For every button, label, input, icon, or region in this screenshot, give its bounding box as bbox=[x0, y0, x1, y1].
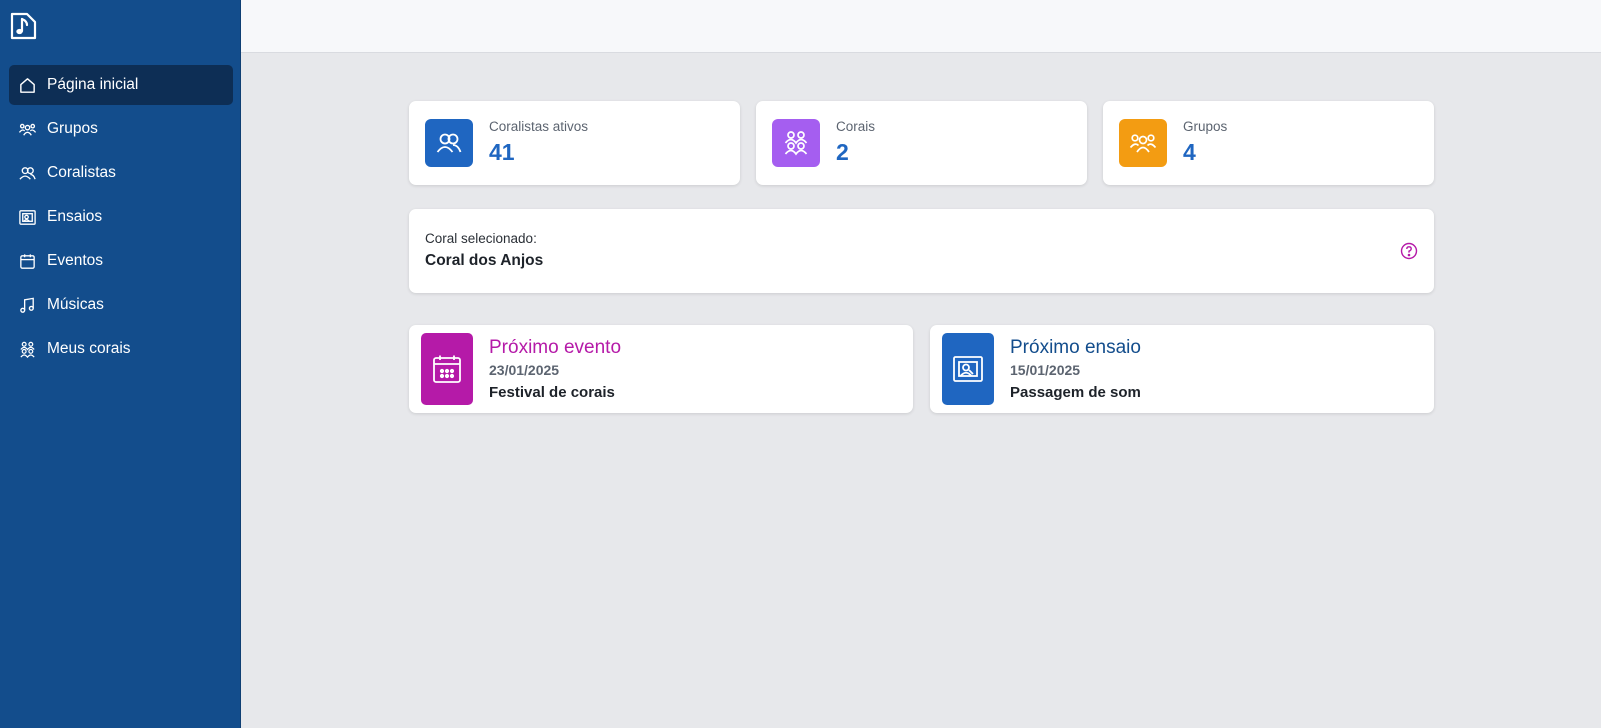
sidebar-item-label: Página inicial bbox=[47, 76, 139, 93]
rehearsal-icon bbox=[942, 333, 994, 405]
selected-coral-card: Coral selecionado: Coral dos Anjos bbox=[409, 209, 1434, 293]
stat-label: Corais bbox=[836, 119, 876, 134]
stat-label: Grupos bbox=[1183, 119, 1228, 134]
sidebar-item-grupos[interactable]: Grupos bbox=[9, 109, 233, 149]
stat-value: 2 bbox=[836, 139, 849, 165]
sidebar-item-musicas[interactable]: Músicas bbox=[9, 285, 233, 325]
groups-icon bbox=[17, 119, 37, 139]
choirs-icon bbox=[17, 339, 37, 359]
sidebar-item-meus-corais[interactable]: Meus corais bbox=[9, 329, 233, 369]
stat-value: 4 bbox=[1183, 139, 1196, 165]
choirs-icon bbox=[772, 119, 820, 167]
sidebar-item-label: Coralistas bbox=[47, 164, 116, 181]
sidebar-item-label: Músicas bbox=[47, 296, 104, 313]
music-note-icon[interactable] bbox=[8, 11, 38, 41]
stat-value: 41 bbox=[489, 139, 515, 165]
sidebar-item-label: Eventos bbox=[47, 252, 104, 269]
next-rehearsal-title: Próximo ensaio bbox=[1010, 337, 1141, 358]
stat-label: Coralistas ativos bbox=[489, 119, 589, 134]
users-icon bbox=[17, 163, 37, 183]
stat-card-corais: Corais 2 bbox=[756, 101, 1087, 185]
next-event-date: 23/01/2025 bbox=[489, 362, 560, 378]
rehearsal-icon bbox=[17, 207, 37, 227]
sidebar-item-coralistas[interactable]: Coralistas bbox=[9, 153, 233, 193]
users-icon bbox=[425, 119, 473, 167]
selected-coral-label: Coral selecionado: bbox=[425, 231, 537, 246]
sidebar-item-eventos[interactable]: Eventos bbox=[9, 241, 233, 281]
help-circle-icon[interactable] bbox=[1400, 242, 1418, 260]
sidebar: Página inicial Grupos Coralistas Ensaios… bbox=[0, 0, 241, 728]
groups-icon bbox=[1119, 119, 1167, 167]
stat-card-grupos: Grupos 4 bbox=[1103, 101, 1434, 185]
stat-card-coralistas-ativos: Coralistas ativos 41 bbox=[409, 101, 740, 185]
sidebar-item-pagina-inicial[interactable]: Página inicial bbox=[9, 65, 233, 105]
sidebar-nav: Página inicial Grupos Coralistas Ensaios… bbox=[9, 65, 233, 373]
next-rehearsal-date: 15/01/2025 bbox=[1010, 362, 1081, 378]
calendar-icon bbox=[421, 333, 473, 405]
calendar-icon bbox=[17, 251, 37, 271]
home-icon bbox=[17, 75, 37, 95]
top-bar bbox=[241, 0, 1601, 53]
next-event-card[interactable]: Próximo evento 23/01/2025 Festival de co… bbox=[409, 325, 913, 413]
next-rehearsal-name: Passagem de som bbox=[1010, 384, 1141, 401]
next-event-title: Próximo evento bbox=[489, 337, 622, 358]
sidebar-item-label: Grupos bbox=[47, 120, 98, 137]
music-icon bbox=[17, 295, 37, 315]
selected-coral-value: Coral dos Anjos bbox=[425, 252, 544, 269]
next-event-name: Festival de corais bbox=[489, 384, 615, 401]
sidebar-item-label: Meus corais bbox=[47, 340, 131, 357]
sidebar-item-ensaios[interactable]: Ensaios bbox=[9, 197, 233, 237]
next-rehearsal-card[interactable]: Próximo ensaio 15/01/2025 Passagem de so… bbox=[930, 325, 1434, 413]
sidebar-item-label: Ensaios bbox=[47, 208, 103, 225]
